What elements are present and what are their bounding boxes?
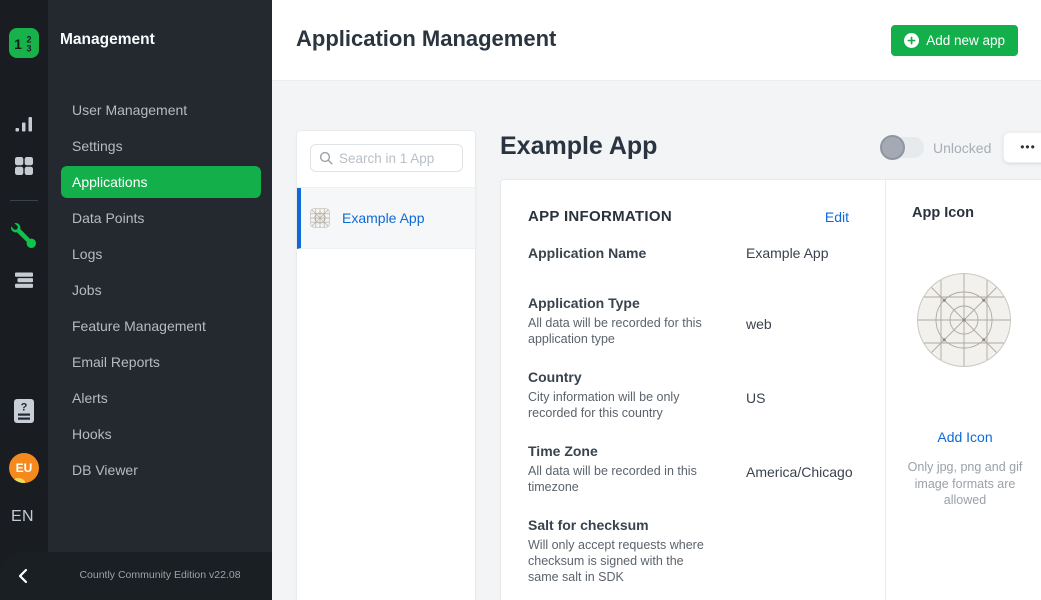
app-detail-title: Example App: [500, 132, 657, 161]
plus-circle-icon: [904, 33, 919, 48]
sidebar-item-user-management[interactable]: User Management: [48, 92, 272, 128]
sidebar-item-data-points[interactable]: Data Points: [48, 200, 272, 236]
svg-text:3: 3: [26, 44, 31, 54]
sidebar-item-applications[interactable]: Applications: [61, 166, 261, 198]
add-new-app-label: Add new app: [926, 33, 1005, 48]
app-window: 1 2 3: [0, 0, 1041, 600]
management-sidebar: Management User Management Settings Appl…: [48, 0, 272, 600]
sidebar-menu: User Management Settings Applications Da…: [48, 92, 272, 488]
app-information-section: APP INFORMATION Edit Application Name Ex…: [501, 180, 885, 600]
toggle-knob: [880, 135, 905, 160]
app-icon-placeholder: [915, 271, 1013, 374]
field-value: Example App: [746, 245, 829, 262]
app-icon-title: App Icon: [912, 205, 974, 221]
language-selector[interactable]: EN: [11, 508, 34, 526]
app-search-box: [310, 144, 463, 172]
user-avatar[interactable]: EU: [9, 453, 39, 483]
sidebar-item-logs[interactable]: Logs: [48, 236, 272, 272]
analytics-bar-chart-icon[interactable]: [13, 113, 35, 135]
management-wrench-icon[interactable]: [11, 223, 36, 248]
sidebar-item-email-reports[interactable]: Email Reports: [48, 344, 272, 380]
collapse-chevron-icon[interactable]: [14, 566, 34, 586]
page-title: Application Management: [296, 26, 556, 52]
page-header: Application Management Add new app: [272, 0, 1041, 81]
sidebar-item-hooks[interactable]: Hooks: [48, 416, 272, 452]
app-search-input[interactable]: [339, 151, 454, 166]
countly-logo-icon[interactable]: 1 2 3: [9, 28, 39, 58]
section-title: APP INFORMATION: [528, 208, 672, 225]
more-options-button[interactable]: •••: [1003, 132, 1041, 163]
field-row-application-name: Application Name Example App: [528, 245, 849, 262]
sidebar-title: Management: [60, 31, 155, 49]
field-row-salt-for-checksum: Salt for checksum Will only accept reque…: [528, 517, 849, 585]
lock-toggle[interactable]: [881, 137, 924, 158]
version-label: Countly Community Edition v22.08: [48, 569, 272, 581]
help-guide-icon[interactable]: ?: [13, 397, 35, 425]
sidebar-item-db-viewer[interactable]: DB Viewer: [48, 452, 272, 488]
sidebar-item-settings[interactable]: Settings: [48, 128, 272, 164]
field-description: City information will be only recorded f…: [528, 389, 706, 421]
field-row-application-type: Application Type All data will be record…: [528, 295, 849, 347]
server-icon[interactable]: [13, 269, 35, 291]
field-label: Application Type: [528, 295, 746, 312]
add-icon-link[interactable]: Add Icon: [886, 429, 1041, 445]
field-value: US: [746, 369, 765, 421]
sidebar-item-alerts[interactable]: Alerts: [48, 380, 272, 416]
app-list-item-label: Example App: [342, 210, 425, 226]
svg-text:?: ?: [21, 402, 28, 414]
field-value: America/Chicago: [746, 443, 853, 495]
field-label: Time Zone: [528, 443, 746, 460]
search-icon: [319, 151, 333, 165]
app-list-panel: Example App: [296, 130, 476, 600]
sidebar-item-jobs[interactable]: Jobs: [48, 272, 272, 308]
field-label: Salt for checksum: [528, 517, 746, 534]
sidebar-item-feature-management[interactable]: Feature Management: [48, 308, 272, 344]
apps-grid-icon[interactable]: [13, 155, 35, 177]
app-list-item-example-app[interactable]: Example App: [297, 188, 475, 249]
field-label: Country: [528, 369, 746, 386]
field-description: All data will be recorded for this appli…: [528, 315, 706, 347]
field-value: web: [746, 295, 772, 347]
lock-state-label: Unlocked: [933, 140, 991, 156]
avatar-decoration: [12, 478, 25, 483]
field-label: Application Name: [528, 245, 746, 262]
field-description: All data will be recorded in this timezo…: [528, 463, 706, 495]
sidebar-footer: Countly Community Edition v22.08: [0, 552, 272, 600]
edit-link[interactable]: Edit: [825, 209, 849, 225]
app-detail-card: APP INFORMATION Edit Application Name Ex…: [500, 179, 1041, 600]
field-row-country: Country City information will be only re…: [528, 369, 849, 421]
svg-text:1: 1: [14, 36, 22, 52]
avatar-initials: EU: [16, 461, 33, 475]
field-description: Will only accept requests where checksum…: [528, 537, 706, 585]
main-content: Example App Example App Unlocked ••• APP…: [272, 81, 1041, 600]
strip-divider: [10, 200, 38, 201]
field-row-time-zone: Time Zone All data will be recorded in t…: [528, 443, 849, 495]
icon-format-hint: Only jpg, png and gif image formats are …: [901, 459, 1029, 509]
app-list: Example App: [297, 187, 475, 249]
icon-sidebar: 1 2 3: [0, 0, 48, 600]
app-thumbnail-icon: [309, 207, 331, 229]
add-new-app-button[interactable]: Add new app: [891, 25, 1018, 56]
app-icon-panel: App Icon: [885, 180, 1041, 600]
